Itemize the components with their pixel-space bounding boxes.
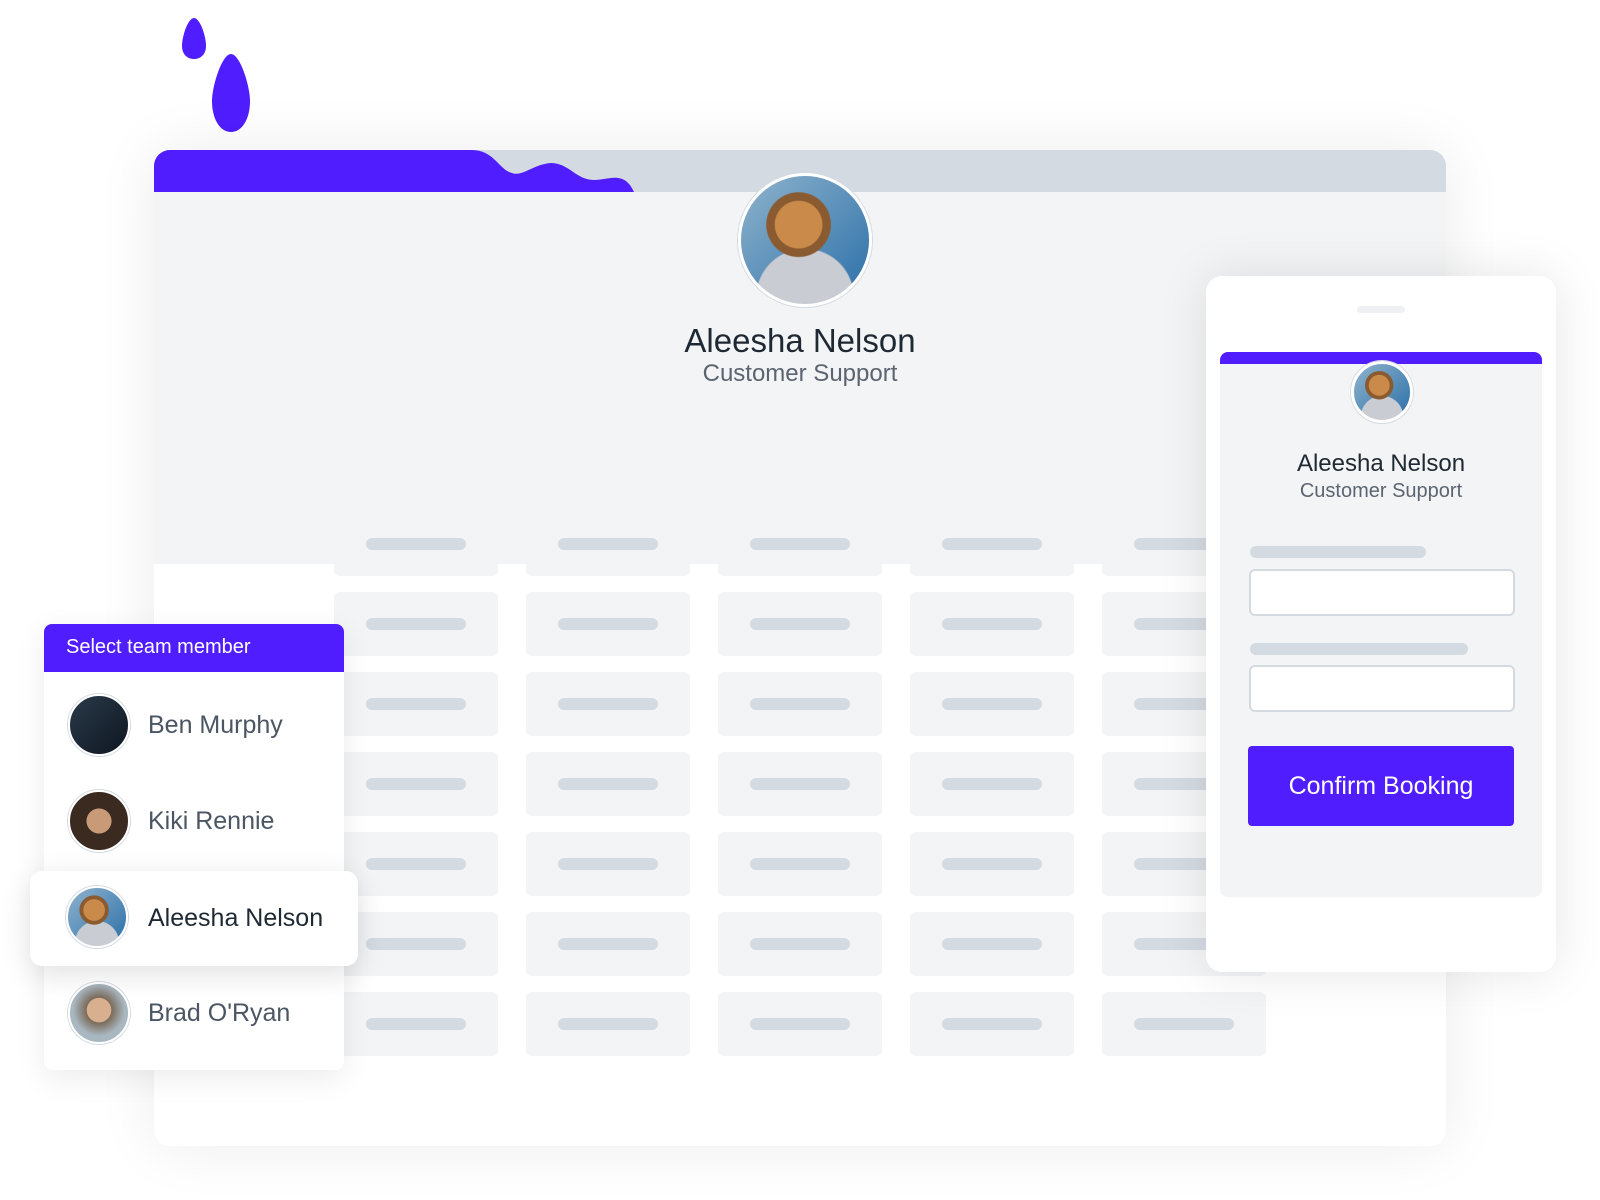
- time-slot[interactable]: [334, 592, 498, 656]
- avatar: [68, 694, 130, 756]
- slot-placeholder: [558, 1018, 658, 1030]
- time-slot[interactable]: [1102, 992, 1266, 1056]
- booking-role: Customer Support: [1299, 480, 1463, 502]
- booking-name: Aleesha Nelson: [1296, 450, 1466, 477]
- slot-placeholder: [558, 538, 658, 550]
- slot-placeholder: [558, 938, 658, 950]
- slot-placeholder: [558, 698, 658, 710]
- drops-decoration: [182, 18, 250, 132]
- member-item[interactable]: Kiki Rennie: [44, 774, 344, 870]
- slot-placeholder: [366, 698, 466, 710]
- member-name: Aleesha Nelson: [148, 904, 324, 932]
- field-label-placeholder: [1250, 643, 1468, 655]
- slot-placeholder: [942, 538, 1042, 550]
- slot-placeholder: [750, 938, 850, 950]
- time-slot[interactable]: [910, 752, 1074, 816]
- time-slot[interactable]: [910, 512, 1074, 576]
- avatar: [66, 886, 128, 948]
- avatar: [68, 790, 130, 852]
- wave-decoration: [154, 150, 634, 192]
- slot-placeholder: [366, 618, 466, 630]
- time-slot[interactable]: [718, 992, 882, 1056]
- booking-input-2[interactable]: [1249, 665, 1515, 712]
- slot-placeholder: [1134, 1018, 1234, 1030]
- slot-placeholder: [558, 618, 658, 630]
- profile-avatar: [738, 173, 872, 307]
- slot-placeholder: [366, 938, 466, 950]
- confirm-booking-button[interactable]: Confirm Booking: [1248, 746, 1514, 826]
- slot-placeholder: [750, 778, 850, 790]
- time-slot[interactable]: [526, 592, 690, 656]
- slot-placeholder: [750, 858, 850, 870]
- booking-avatar: [1351, 361, 1413, 423]
- member-name: Brad O'Ryan: [148, 999, 291, 1027]
- slot-placeholder: [942, 1018, 1042, 1030]
- slot-placeholder: [558, 858, 658, 870]
- member-name: Ben Murphy: [148, 711, 283, 739]
- time-slot[interactable]: [718, 512, 882, 576]
- time-slot[interactable]: [718, 912, 882, 976]
- time-slot[interactable]: [910, 832, 1074, 896]
- member-name: Kiki Rennie: [148, 807, 275, 835]
- time-slot[interactable]: [718, 672, 882, 736]
- slot-placeholder: [942, 938, 1042, 950]
- time-slot[interactable]: [334, 992, 498, 1056]
- slot-placeholder: [942, 858, 1042, 870]
- slot-placeholder: [750, 538, 850, 550]
- field-label-placeholder: [1250, 546, 1426, 558]
- time-slot[interactable]: [526, 832, 690, 896]
- avatar: [68, 982, 130, 1044]
- time-slot[interactable]: [910, 592, 1074, 656]
- slot-placeholder: [750, 1018, 850, 1030]
- time-slot[interactable]: [910, 672, 1074, 736]
- member-item[interactable]: Ben Murphy: [44, 678, 344, 774]
- booking-input-1[interactable]: [1249, 569, 1515, 616]
- slot-placeholder: [942, 698, 1042, 710]
- slot-placeholder: [366, 538, 466, 550]
- time-slot[interactable]: [526, 512, 690, 576]
- time-slot[interactable]: [526, 912, 690, 976]
- team-member-panel: Select team member Ben Murphy Kiki Renni…: [44, 624, 344, 1070]
- time-slot[interactable]: [526, 672, 690, 736]
- slot-placeholder: [750, 618, 850, 630]
- slot-placeholder: [366, 778, 466, 790]
- slot-placeholder: [366, 858, 466, 870]
- time-slot[interactable]: [718, 592, 882, 656]
- time-slot[interactable]: [910, 992, 1074, 1056]
- time-slot[interactable]: [334, 832, 498, 896]
- member-item-selected[interactable]: Aleesha Nelson: [30, 871, 358, 966]
- time-slot[interactable]: [334, 912, 498, 976]
- time-slot[interactable]: [334, 752, 498, 816]
- time-slot[interactable]: [526, 752, 690, 816]
- slot-placeholder: [942, 618, 1042, 630]
- drag-handle: [1357, 306, 1405, 313]
- slot-placeholder: [558, 778, 658, 790]
- time-slot[interactable]: [526, 992, 690, 1056]
- time-slot[interactable]: [910, 912, 1074, 976]
- slot-placeholder: [750, 698, 850, 710]
- panel-title: Select team member: [44, 624, 344, 672]
- member-item[interactable]: Brad O'Ryan: [44, 966, 344, 1062]
- slot-placeholder: [942, 778, 1042, 790]
- slot-placeholder: [366, 1018, 466, 1030]
- time-slot[interactable]: [718, 752, 882, 816]
- time-slot[interactable]: [334, 672, 498, 736]
- time-slot[interactable]: [718, 832, 882, 896]
- time-slot[interactable]: [334, 512, 498, 576]
